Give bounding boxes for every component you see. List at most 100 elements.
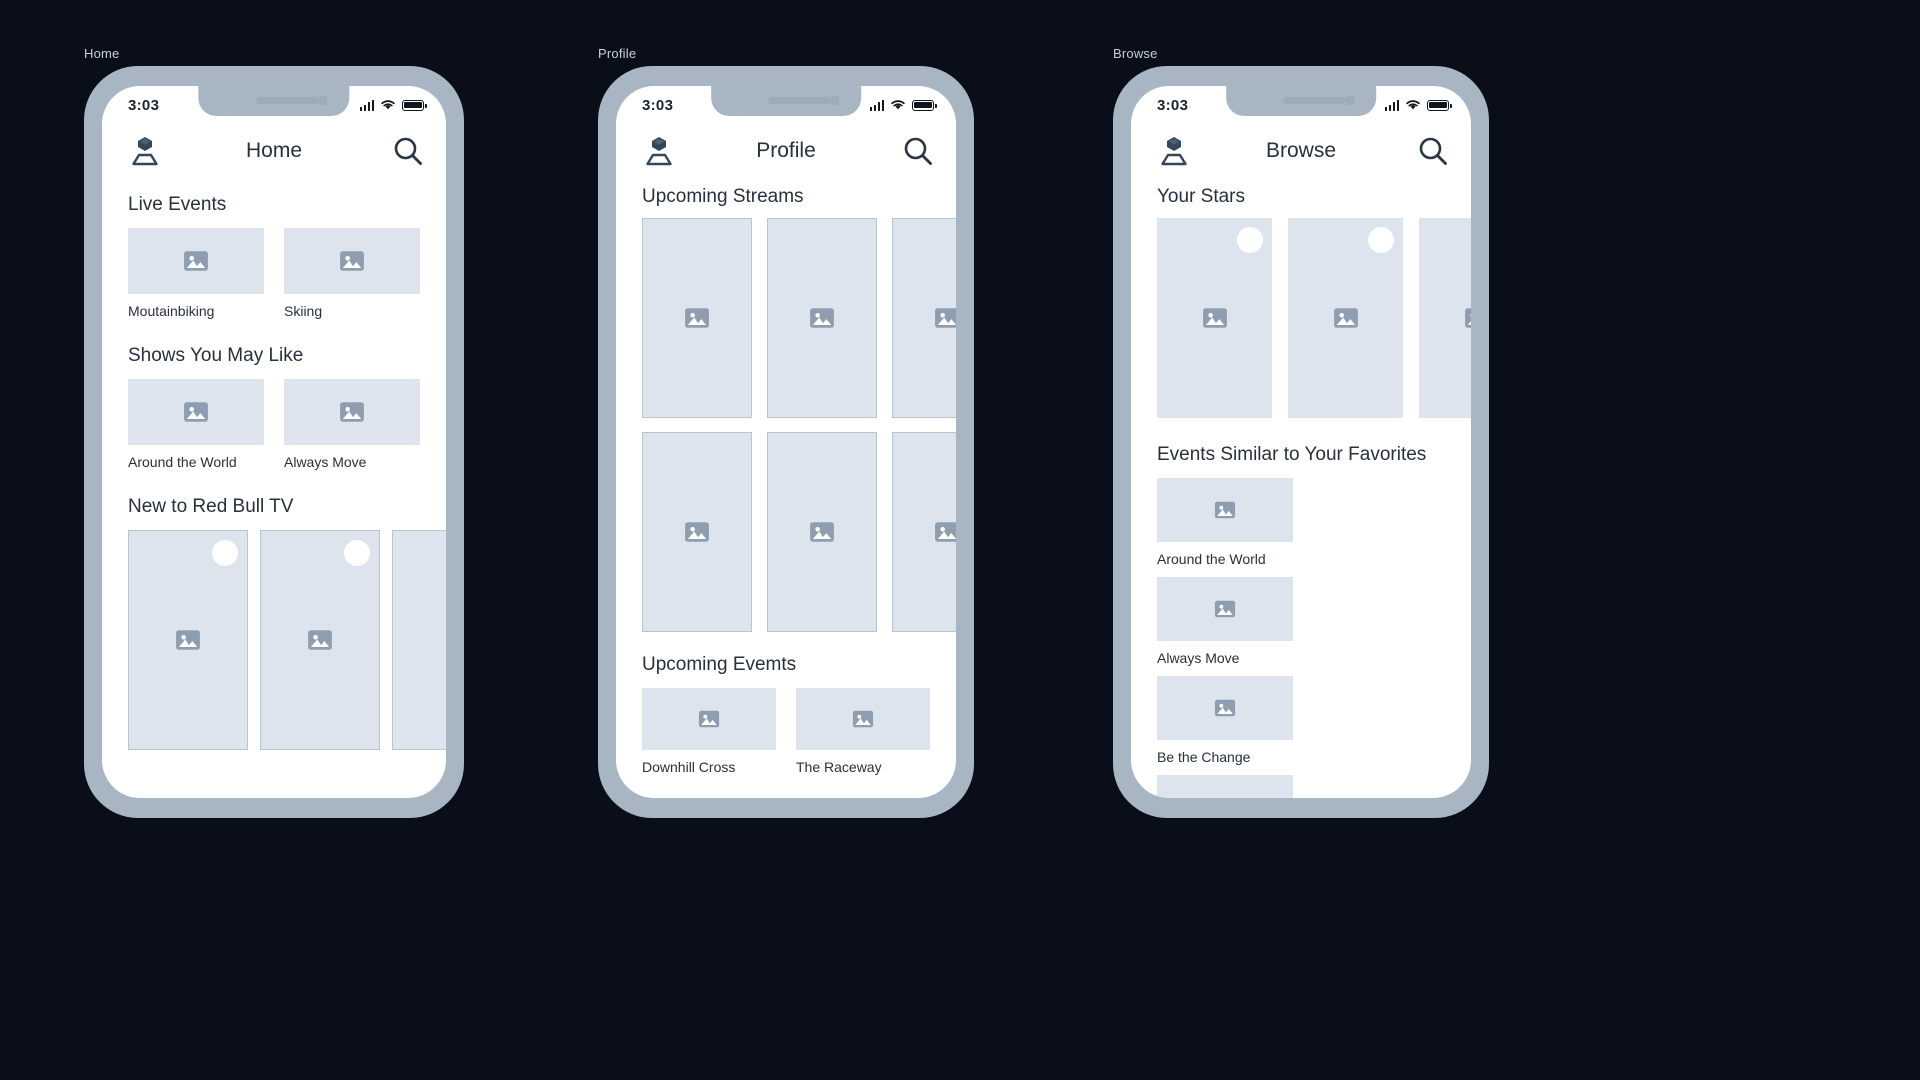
app-header-browse: Browse xyxy=(1131,120,1471,178)
card-born-to-play[interactable]: Born to Play xyxy=(1157,775,1293,798)
thumbnail xyxy=(1157,478,1293,542)
star-card[interactable] xyxy=(1288,218,1403,418)
status-bar: 3:03 xyxy=(102,86,446,120)
thumbnail xyxy=(392,530,446,750)
thumbnail xyxy=(892,218,956,418)
image-placeholder-icon xyxy=(810,308,834,328)
image-placeholder-icon xyxy=(1202,308,1227,328)
streams-row-1 xyxy=(642,218,956,418)
section-new-items[interactable] xyxy=(128,530,446,750)
thumbnail xyxy=(284,379,420,445)
thumbnail xyxy=(128,530,248,750)
thumbnail xyxy=(642,432,752,632)
stream-card[interactable] xyxy=(767,432,877,632)
cellular-signal-icon xyxy=(1384,99,1399,111)
image-placeholder-icon xyxy=(308,630,332,650)
content-profile: Upcoming Streams Upcoming Evemts Downhil… xyxy=(616,178,956,798)
thumbnail xyxy=(284,228,420,294)
tall-card[interactable] xyxy=(392,530,446,750)
section-title-new-to-red-bull-tv: New to Red Bull TV xyxy=(128,496,294,517)
section-live-events-items: Moutainbiking Skiing xyxy=(128,228,420,319)
badge-circle[interactable] xyxy=(1368,227,1394,253)
star-card[interactable] xyxy=(1157,218,1272,418)
status-time: 3:03 xyxy=(1157,96,1189,114)
card-be-the-change[interactable]: Be the Change xyxy=(1157,676,1293,765)
thumbnail xyxy=(128,228,264,294)
image-placeholder-icon xyxy=(685,522,709,542)
badge-circle[interactable] xyxy=(212,540,238,566)
thumbnail xyxy=(642,218,752,418)
wifi-icon xyxy=(891,100,905,110)
badge-circle[interactable] xyxy=(344,540,370,566)
avatar-icon[interactable] xyxy=(642,134,676,168)
search-icon[interactable] xyxy=(902,135,934,167)
image-placeholder-icon xyxy=(1214,796,1236,798)
section-title-upcoming-streams: Upcoming Streams xyxy=(642,186,804,207)
thumbnail xyxy=(1157,676,1293,740)
star-card[interactable] xyxy=(1419,218,1471,418)
status-time: 3:03 xyxy=(128,96,160,114)
card-always-move[interactable]: Always Move xyxy=(1157,577,1293,666)
thumbnail xyxy=(1157,775,1293,798)
search-icon[interactable] xyxy=(1417,135,1449,167)
status-bar: 3:03 xyxy=(616,86,956,120)
section-shows-items: Around the World Always Move xyxy=(128,379,420,470)
status-bar: 3:03 xyxy=(1131,86,1471,120)
phone-screen-home: 3:03 Home Live Events Moutainbiking Skii… xyxy=(102,86,446,798)
badge-circle[interactable] xyxy=(1237,227,1263,253)
app-header-profile: Profile xyxy=(616,120,956,178)
section-title-live-events: Live Events xyxy=(128,194,227,215)
card-label: Skiing xyxy=(284,303,323,319)
thumbnail xyxy=(1157,577,1293,641)
card-label: Downhill Cross xyxy=(642,759,736,775)
phone-frame-home: 3:03 Home Live Events Moutainbiking Skii… xyxy=(84,66,464,818)
card-moutainbiking[interactable]: Moutainbiking xyxy=(128,228,264,319)
image-placeholder-icon xyxy=(184,251,208,271)
phone-frame-profile: 3:03 Profile Upcoming Streams Upcoming E… xyxy=(598,66,974,818)
thumbnail xyxy=(1419,218,1471,418)
image-placeholder-icon xyxy=(340,402,364,422)
section-events-similar-items: Around the World Always Move Be the Chan… xyxy=(1157,478,1445,798)
tall-card[interactable] xyxy=(128,530,248,750)
card-label: Be the Change xyxy=(1157,749,1251,765)
image-placeholder-icon xyxy=(935,522,956,542)
battery-icon xyxy=(1427,99,1452,111)
section-upcoming-events-items: Downhill Cross The Raceway xyxy=(642,688,930,775)
battery-icon xyxy=(912,99,937,111)
card-downhill-cross[interactable]: Downhill Cross xyxy=(642,688,776,775)
battery-icon xyxy=(402,99,427,111)
section-your-stars-items[interactable] xyxy=(1157,218,1471,418)
stream-card[interactable] xyxy=(642,432,752,632)
search-icon[interactable] xyxy=(392,135,424,167)
stream-card[interactable] xyxy=(892,218,956,418)
image-placeholder-icon xyxy=(1214,699,1236,717)
card-skiing[interactable]: Skiing xyxy=(284,228,420,319)
image-placeholder-icon xyxy=(1214,501,1236,519)
screen-caption-browse: Browse xyxy=(1113,46,1158,61)
stream-card[interactable] xyxy=(642,218,752,418)
tall-card[interactable] xyxy=(260,530,380,750)
app-header-home: Home xyxy=(102,120,446,178)
wifi-icon xyxy=(381,100,395,110)
status-icons xyxy=(359,99,427,111)
card-the-raceway[interactable]: The Raceway xyxy=(796,688,930,775)
image-placeholder-icon xyxy=(176,630,200,650)
avatar-icon[interactable] xyxy=(128,134,162,168)
screen-caption-profile: Profile xyxy=(598,46,637,61)
status-icons xyxy=(869,99,937,111)
thumbnail xyxy=(642,688,776,750)
thumbnail xyxy=(767,218,877,418)
image-placeholder-icon xyxy=(685,308,709,328)
stream-card[interactable] xyxy=(767,218,877,418)
card-always-move[interactable]: Always Move xyxy=(284,379,420,470)
image-placeholder-icon xyxy=(340,251,364,271)
wifi-icon xyxy=(1406,100,1420,110)
status-time: 3:03 xyxy=(642,96,674,114)
thumbnail xyxy=(128,379,264,445)
stream-card[interactable] xyxy=(892,432,956,632)
card-around-the-world[interactable]: Around the World xyxy=(1157,478,1293,567)
cellular-signal-icon xyxy=(359,99,374,111)
avatar-icon[interactable] xyxy=(1157,134,1191,168)
card-around-the-world[interactable]: Around the World xyxy=(128,379,264,470)
phone-screen-browse: 3:03 Browse Your Stars Events Similar to… xyxy=(1131,86,1471,798)
